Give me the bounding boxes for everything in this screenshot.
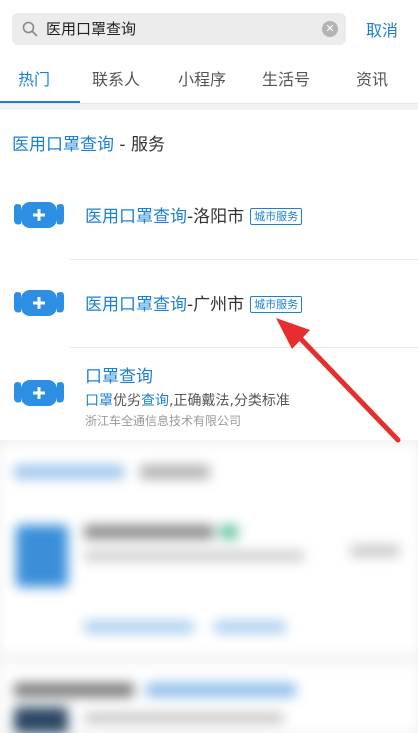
clear-icon[interactable]: ✕ [322,21,338,37]
mask-icon [14,202,64,228]
result-title-highlight: 医用口罩查询 [85,295,187,315]
result-row-luoyang[interactable]: 医用口罩查询-洛阳市 城市服务 [0,172,418,260]
blurred-title [140,465,210,479]
result-row-mask-query[interactable]: 口罩查询 口罩优劣查询,正确戴法,分类标准 浙江车全通信息技术有限公司 [0,348,418,440]
result-title: 口罩查询 [85,362,153,387]
result-title-suffix: -广州市 [187,295,245,315]
blurred-text [84,551,304,561]
tab-bar: 热门 联系人 小程序 生活号 资讯 [0,58,418,104]
mask-icon [14,290,64,316]
search-box[interactable]: 医用口罩查询 ✕ [12,13,346,45]
baidu-jingyan-watermark: Bai经验 [332,697,406,718]
blurred-badge [220,525,238,539]
blurred-title [14,465,124,479]
section-title: 医用口罩查询 - 服务 [12,130,165,155]
results-panel: 医用口罩查询 - 服务 医用口罩查询-洛阳市 城市服务 医用口罩查询-广州市 城市服… [0,110,418,440]
blurred-thumbnail [14,707,68,733]
desc-highlight: 口罩 [85,393,113,409]
blurred-content [0,445,418,733]
blurred-text [84,713,284,723]
tab-contacts[interactable]: 联系人 [92,66,140,90]
result-title-highlight: 医用口罩查询 [85,207,187,227]
desc-text: ,正确戴法,分类标准 [169,393,290,409]
blurred-text [14,683,134,697]
blurred-link [84,621,194,633]
search-icon [22,21,38,37]
cancel-button[interactable]: 取消 [366,17,398,41]
search-input[interactable]: 医用口罩查询 [46,13,136,45]
city-service-tag: 城市服务 [250,296,303,313]
result-title: 医用口罩查询-洛阳市 城市服务 [85,202,303,227]
mask-icon [14,380,64,406]
blurred-text [350,545,400,557]
result-description: 口罩优劣查询,正确戴法,分类标准 [85,390,290,410]
blurred-text [84,525,214,539]
city-service-tag: 城市服务 [250,208,303,225]
result-row-guangzhou[interactable]: 医用口罩查询-广州市 城市服务 [0,260,418,348]
blurred-icon [16,525,68,587]
desc-text: 优劣 [113,393,141,409]
tab-life-accounts[interactable]: 生活号 [262,66,310,90]
result-source: 浙江车全通信息技术有限公司 [85,414,242,428]
blurred-link [214,621,286,633]
tab-news[interactable]: 资讯 [356,66,388,90]
result-title-highlight: 口罩查询 [85,367,153,387]
tab-mini-programs[interactable]: 小程序 [178,66,226,90]
section-title-highlight: 医用口罩查询 [12,135,114,155]
blurred-divider [0,655,418,663]
result-title: 医用口罩查询-广州市 城市服务 [85,290,303,315]
result-title-suffix: -洛阳市 [187,207,245,227]
desc-highlight: 查询 [141,393,169,409]
blurred-text [146,683,296,697]
tab-hot[interactable]: 热门 [18,66,50,90]
section-title-suffix: - 服务 [114,135,165,155]
search-bar: 医用口罩查询 ✕ 取消 [0,0,418,58]
active-tab-indicator [0,101,80,103]
